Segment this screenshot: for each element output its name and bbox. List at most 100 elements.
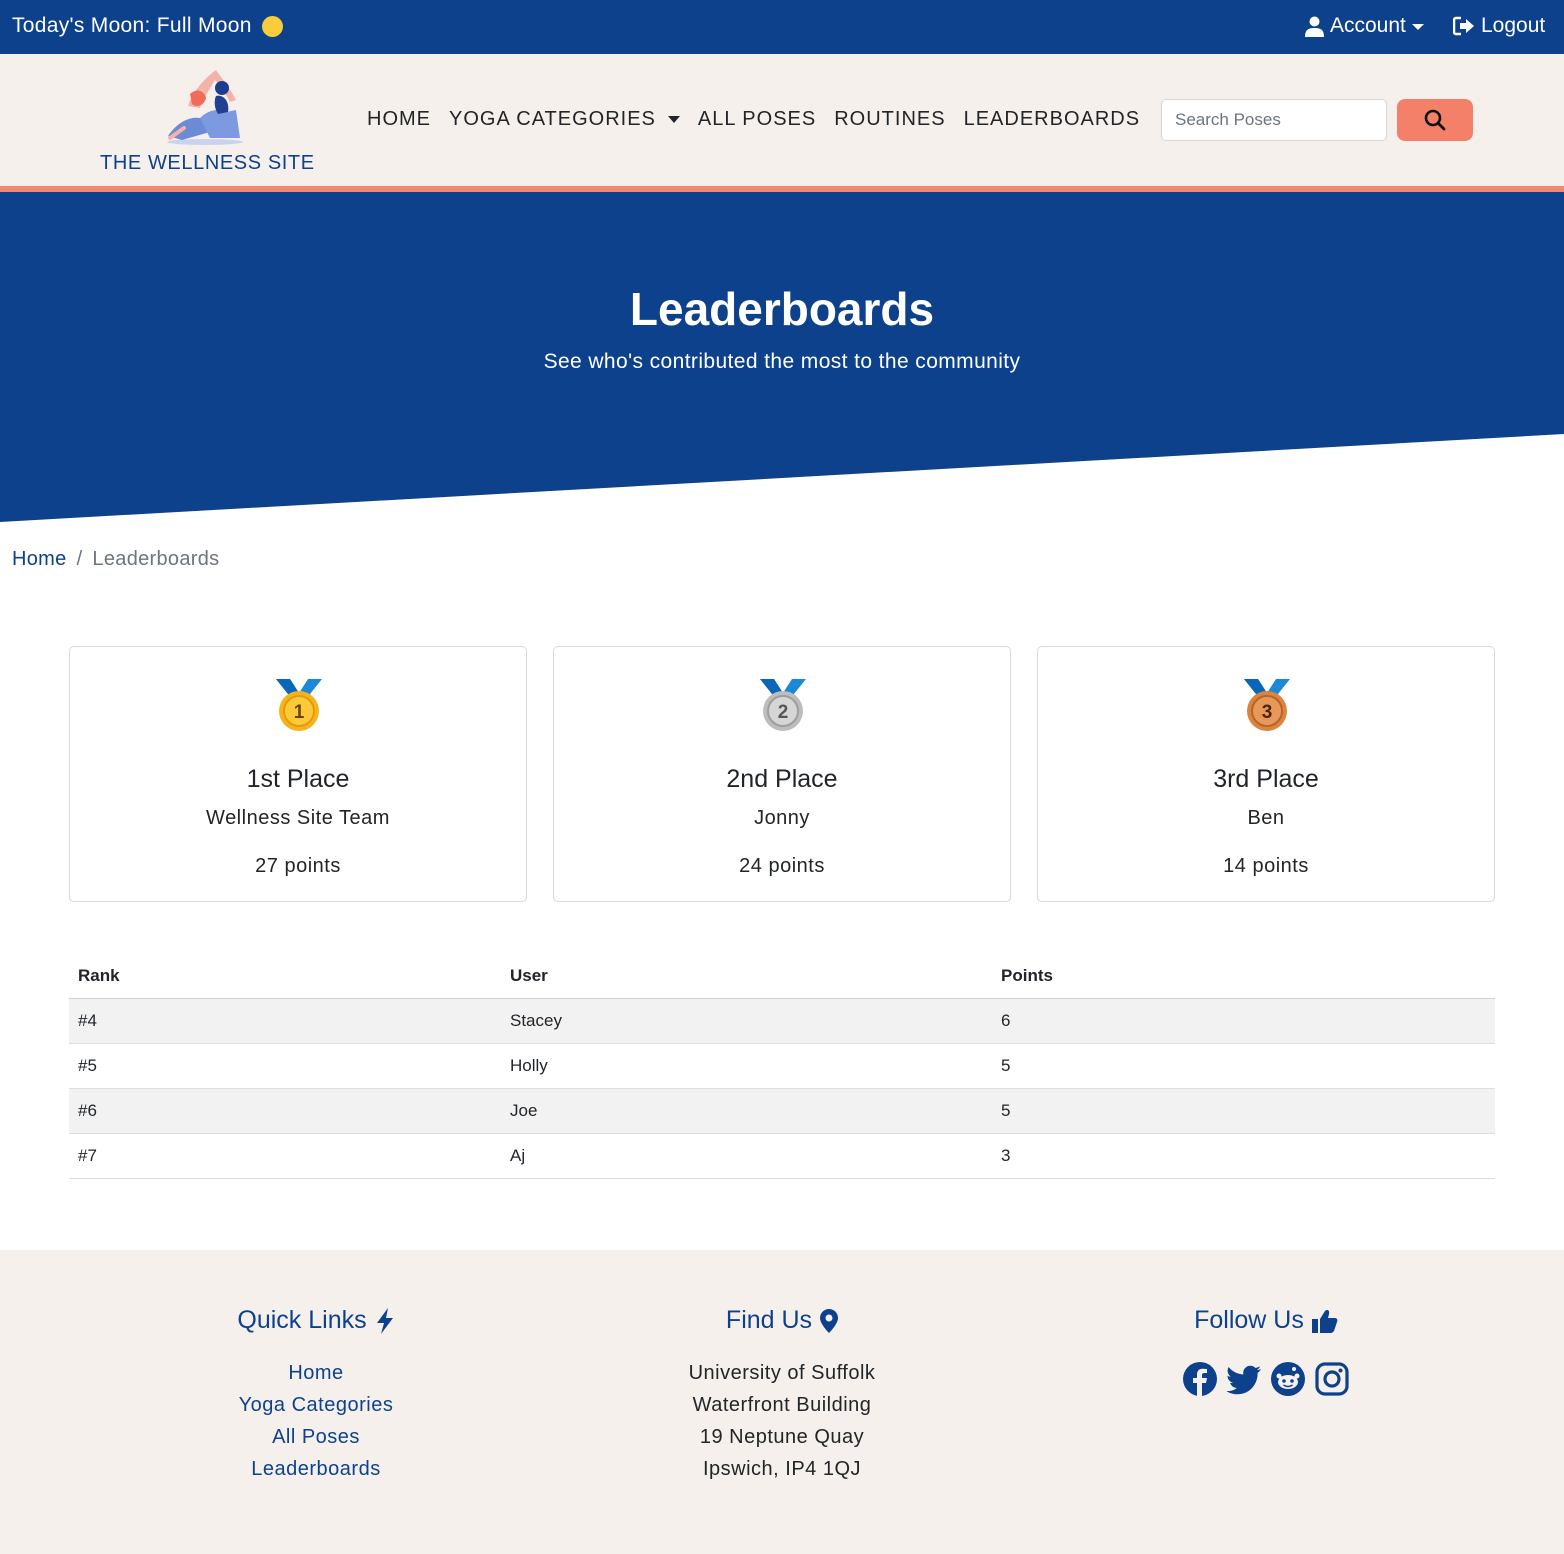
thumbs-up-icon [1311,1309,1338,1333]
quick-links-title: Quick Links [237,1306,367,1334]
main-navbar: THE WELLNESS SITE HOME YOGA CATEGORIES A… [0,54,1564,186]
rank-cell: #5 [69,1043,501,1089]
lightning-bolt-icon [376,1307,393,1334]
user-cell: Stacey [501,998,992,1044]
place-title: 2nd Place [726,765,838,793]
caret-down-icon [667,116,680,123]
reddit-icon[interactable] [1270,1361,1306,1397]
medal-number: 1 [294,702,305,723]
rank-cell: #4 [69,998,501,1044]
medal-number: 2 [778,702,789,723]
nav-yoga-categories-label: YOGA CATEGORIES [449,108,656,130]
address-line: 19 Neptune Quay [699,1426,865,1448]
footer-link-home[interactable]: Home [116,1357,516,1389]
place-points: 14 points [1223,855,1309,877]
instagram-icon[interactable] [1314,1361,1350,1397]
footer-link-all-poses[interactable]: All Poses [116,1421,516,1453]
moon-text: Today's Moon: Full Moon [12,14,252,37]
table-row: #6 Joe 5 [69,1088,1495,1134]
nav-links: HOME YOGA CATEGORIES ALL POSES ROUTINES … [367,108,1140,131]
nav-all-poses-label: ALL POSES [697,108,817,130]
address-line: University of Suffolk [688,1362,876,1384]
place-points: 24 points [739,855,825,877]
find-us-title: Find Us [725,1306,813,1334]
account-dropdown[interactable]: Account [1305,14,1424,38]
column-header-user: User [501,954,992,999]
facebook-icon[interactable] [1182,1361,1218,1397]
brand-logo-link[interactable]: THE WELLNESS SITE [100,66,315,178]
nav-home-label: HOME [367,108,431,130]
page-title: Leaderboards [629,283,935,335]
caret-down-icon [1411,24,1424,30]
search-input[interactable] [1161,99,1387,141]
podium-card-third: 3 3rd Place Ben 14 points [1037,646,1495,902]
yoga-woman-logo [167,70,243,145]
points-cell: 5 [992,1088,1495,1134]
nav-routines[interactable]: ROUTINES [834,108,945,131]
footer-link-leaderboards[interactable]: Leaderboards [116,1453,516,1485]
address-line: Ipswich, IP4 1QJ [702,1458,862,1480]
footer-heading: Find Us [582,1306,982,1335]
nav-leaderboards-label: LEADERBOARDS [963,108,1141,130]
footer-heading: Follow Us [1066,1306,1466,1335]
logout-link[interactable]: Logout [1453,14,1545,38]
footer-link-yoga-categories[interactable]: Yoga Categories [116,1389,516,1421]
nav-routines-label: ROUTINES [834,108,946,130]
table-header-row: Rank User Points [69,954,1495,999]
moon-status: Today's Moon: Full Moon [12,14,283,38]
medal-number: 3 [1262,702,1273,723]
magnifier-icon [1424,109,1446,131]
breadcrumb: Home / Leaderboards [12,548,219,571]
footer-heading: Quick Links [116,1306,516,1335]
points-cell: 6 [992,998,1495,1044]
place-title: 1st Place [246,765,350,793]
table-row: #7 Aj 3 [69,1133,1495,1179]
nav-all-poses[interactable]: ALL POSES [698,108,816,131]
map-pin-icon [820,1308,839,1333]
place-points: 27 points [255,855,341,877]
nav-yoga-categories[interactable]: YOGA CATEGORIES [449,108,680,131]
bronze-medal-icon: 3 [1244,679,1290,731]
gold-medal-icon: 1 [276,679,322,731]
user-cell: Holly [501,1043,992,1089]
brand-name: THE WELLNESS SITE [100,152,315,174]
silver-medal-icon: 2 [760,679,806,731]
rank-cell: #6 [69,1088,501,1134]
footer: Quick Links Home Yoga Categories All Pos… [0,1250,1564,1554]
podium-card-second: 2 2nd Place Jonny 24 points [553,646,1011,902]
breadcrumb-separator: / [76,548,83,570]
table-row: #5 Holly 5 [69,1043,1495,1089]
place-title: 3rd Place [1213,765,1319,793]
points-cell: 5 [992,1043,1495,1089]
place-user: Ben [1247,807,1285,829]
place-user: Wellness Site Team [206,807,390,829]
account-label: Account [1330,14,1406,37]
top-bar: Today's Moon: Full Moon Account Logout [0,0,1564,54]
page-subtitle: See who's contributed the most to the co… [543,350,1021,373]
place-user: Jonny [754,807,810,829]
hero-banner: Leaderboards See who's contributed the m… [0,192,1564,532]
follow-us-title: Follow Us [1194,1306,1304,1334]
footer-quick-links: Quick Links Home Yoga Categories All Pos… [116,1306,516,1485]
search-button[interactable] [1397,99,1473,141]
logout-icon [1453,16,1474,36]
breadcrumb-home[interactable]: Home [12,548,67,571]
logout-label: Logout [1481,14,1546,37]
table-row: #4 Stacey 6 [69,998,1495,1044]
points-cell: 3 [992,1133,1495,1179]
user-cell: Joe [501,1088,992,1134]
rank-cell: #7 [69,1133,501,1179]
footer-follow-us: Follow Us [1066,1306,1466,1397]
full-moon-icon [261,15,283,37]
user-cell: Aj [501,1133,992,1179]
footer-find-us: Find Us University of Suffolk Waterfront… [582,1306,982,1485]
nav-leaderboards[interactable]: LEADERBOARDS [964,108,1141,131]
nav-home[interactable]: HOME [367,108,431,131]
column-header-points: Points [992,954,1495,999]
address-line: Waterfront Building [692,1394,872,1416]
social-links [1066,1361,1466,1397]
podium-card-first: 1 1st Place Wellness Site Team 27 points [69,646,527,902]
leaderboard-table: Rank User Points #4 Stacey 6 #5 Holly 5 … [69,954,1495,1179]
user-icon [1305,16,1324,37]
twitter-icon[interactable] [1226,1361,1262,1397]
